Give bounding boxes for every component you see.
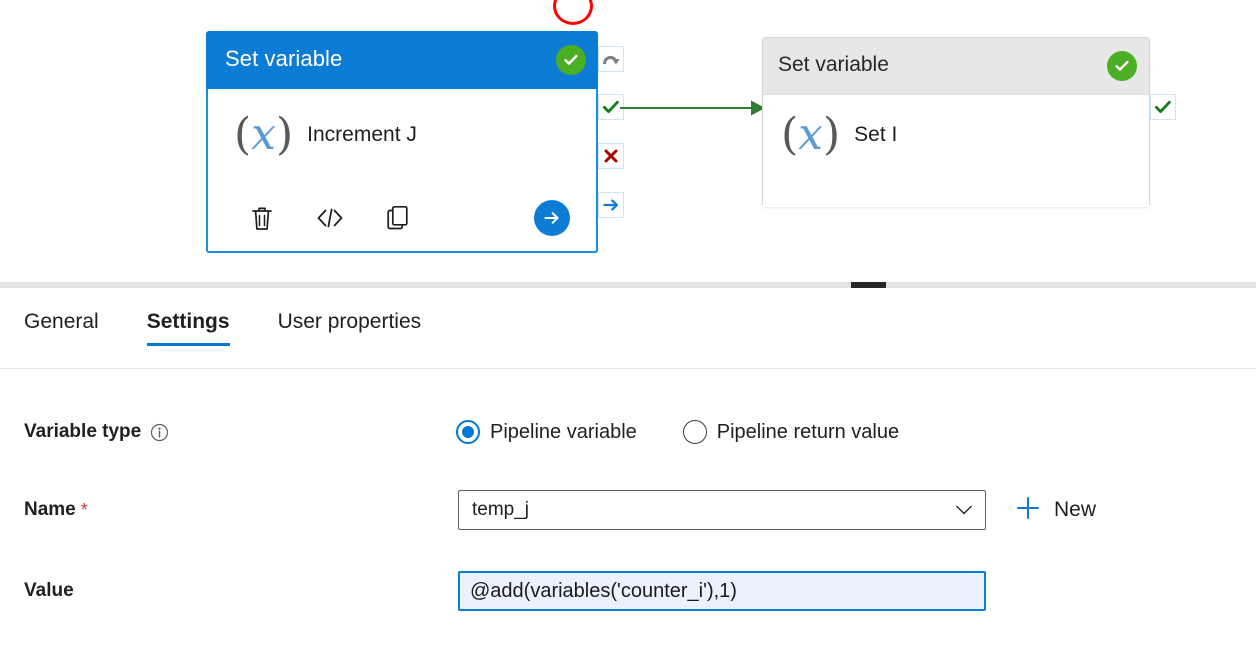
variable-type-label: Variable type bbox=[24, 421, 169, 443]
check-icon bbox=[602, 99, 620, 115]
pipeline-canvas[interactable]: Set variable (x) Increment J bbox=[0, 0, 1256, 282]
value-row: Value @add(variables('counter_i'),1) bbox=[0, 571, 1256, 611]
skip-handle[interactable] bbox=[598, 46, 624, 72]
success-connector[interactable] bbox=[620, 99, 766, 117]
properties-tab-bar: General Settings User properties bbox=[0, 302, 1256, 360]
activity-card-header: Set variable bbox=[206, 31, 598, 89]
radio-pipeline-return-value[interactable]: Pipeline return value bbox=[683, 420, 899, 444]
red-highlight-circle bbox=[553, 0, 593, 25]
activity-card-set-i[interactable]: Set variable (x) Set I bbox=[762, 37, 1150, 207]
value-expression-text: @add(variables('counter_i'),1) bbox=[470, 580, 737, 603]
activity-identity: (x) Increment J bbox=[234, 113, 417, 157]
plus-icon bbox=[1015, 495, 1041, 526]
delete-icon[interactable] bbox=[242, 197, 282, 239]
chevron-down-icon bbox=[955, 504, 973, 516]
value-input[interactable]: @add(variables('counter_i'),1) bbox=[458, 571, 986, 611]
rotate-arrow-icon bbox=[602, 51, 620, 67]
value-label: Value bbox=[24, 580, 74, 602]
name-label: Name * bbox=[24, 499, 88, 521]
variable-x-icon: (x) bbox=[781, 113, 840, 157]
copy-icon[interactable] bbox=[378, 197, 418, 239]
success-handle[interactable] bbox=[1150, 94, 1176, 120]
radio-unselected-icon bbox=[683, 420, 707, 444]
code-icon[interactable] bbox=[310, 197, 350, 239]
variable-type-row: Variable type Pipeline variable Pipeline… bbox=[0, 412, 1256, 452]
new-variable-label: New bbox=[1054, 498, 1096, 522]
variable-x-icon: (x) bbox=[234, 113, 293, 157]
tab-settings[interactable]: Settings bbox=[147, 302, 254, 350]
check-circle-icon bbox=[556, 45, 586, 75]
variable-type-radio-group: Pipeline variable Pipeline return value bbox=[456, 420, 899, 444]
activity-card-increment-j[interactable]: Set variable (x) Increment J bbox=[206, 31, 598, 251]
activity-card-body: (x) Increment J bbox=[206, 89, 598, 253]
activity-properties-pane: General Settings User properties Variabl… bbox=[0, 288, 1256, 666]
cross-icon bbox=[603, 148, 619, 164]
variable-name-value: temp_j bbox=[472, 499, 529, 521]
name-row: Name * temp_j New bbox=[0, 490, 1256, 530]
arrow-right-icon bbox=[602, 197, 620, 213]
tab-general[interactable]: General bbox=[24, 302, 123, 350]
activity-card-type-label: Set variable bbox=[778, 53, 889, 77]
radio-selected-icon bbox=[456, 420, 480, 444]
variable-name-dropdown[interactable]: temp_j bbox=[458, 490, 986, 530]
completion-handle[interactable] bbox=[598, 192, 624, 218]
radio-pipeline-variable[interactable]: Pipeline variable bbox=[456, 420, 637, 444]
activity-card-type-label: Set variable bbox=[225, 46, 342, 72]
required-marker: * bbox=[81, 500, 88, 521]
check-circle-icon bbox=[1107, 51, 1137, 81]
new-variable-button[interactable]: New bbox=[1015, 490, 1096, 530]
activity-identity: (x) Set I bbox=[781, 113, 897, 157]
activity-card-body: (x) Set I bbox=[763, 95, 1149, 207]
activity-card-actions bbox=[208, 197, 596, 241]
activity-card-header: Set variable bbox=[763, 38, 1149, 95]
activity-name-label: Set I bbox=[854, 123, 897, 147]
tab-bar-divider bbox=[0, 368, 1256, 369]
activity-name-label: Increment J bbox=[307, 123, 417, 147]
run-arrow-icon[interactable] bbox=[534, 200, 570, 236]
tab-user-properties[interactable]: User properties bbox=[278, 302, 446, 350]
info-icon[interactable] bbox=[150, 423, 169, 442]
failure-handle[interactable] bbox=[598, 143, 624, 169]
check-icon bbox=[1154, 99, 1172, 115]
